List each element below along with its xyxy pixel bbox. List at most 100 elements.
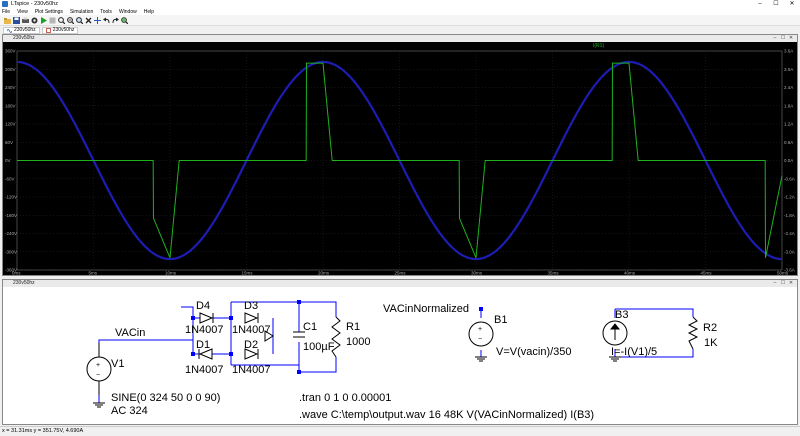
- diode-d3[interactable]: [244, 312, 259, 324]
- y-tick-label-left: 360V: [5, 49, 16, 54]
- tran-directive[interactable]: .tran 0 1 0 0.00001: [299, 392, 391, 404]
- schematic-close-button[interactable]: ✕: [787, 280, 795, 287]
- svg-text:−: −: [478, 336, 482, 343]
- c1-value: 100µF: [303, 341, 335, 353]
- zoom-in-icon[interactable]: [57, 16, 65, 24]
- y-tick-label-left: -120V: [5, 195, 17, 200]
- tab-waveform[interactable]: 230v50hz: [3, 26, 40, 34]
- schematic-minimize-button[interactable]: –: [771, 280, 779, 287]
- move-icon[interactable]: [93, 16, 101, 24]
- schematic-maximize-button[interactable]: ☐: [779, 280, 787, 287]
- redo-icon[interactable]: [111, 16, 119, 24]
- open-icon[interactable]: [3, 16, 11, 24]
- menu-tools[interactable]: Tools: [100, 9, 112, 15]
- x-tick-label: 35ms: [548, 271, 560, 276]
- window-controls: – ☐ ✕: [752, 0, 800, 8]
- settings-icon[interactable]: [30, 16, 38, 24]
- y-tick-label-left: -60V: [5, 176, 15, 181]
- component-name-d4: D4: [196, 300, 210, 312]
- zoom-out-icon[interactable]: [66, 16, 74, 24]
- menu-window[interactable]: Window: [119, 9, 137, 15]
- y-tick-label-right: -3.0A: [784, 249, 795, 254]
- resistor-r2[interactable]: [687, 316, 699, 350]
- zoom-fit-icon[interactable]: [75, 16, 83, 24]
- menu-view[interactable]: View: [17, 9, 28, 15]
- tab-label: 230v50hz: [52, 27, 75, 33]
- component-name-v1: V1: [111, 358, 124, 370]
- d1-model: 1N4007: [185, 364, 224, 376]
- net-label-vacin-normalized: VACinNormalized: [383, 303, 469, 315]
- wire: [299, 301, 337, 317]
- v1-ac-value: AC 324: [111, 405, 148, 417]
- behavioral-source-b1[interactable]: + −: [468, 321, 494, 347]
- d4-model: 1N4007: [185, 324, 224, 336]
- tab-label: 230v50hz: [14, 27, 36, 33]
- toolbar: [0, 15, 800, 26]
- menu-file[interactable]: File: [2, 9, 10, 15]
- menu-plot-settings[interactable]: Plot Settings: [35, 9, 63, 15]
- v1-value: SINE(0 324 50 0 0 90): [111, 392, 220, 404]
- title-bar: LTspice - 230v50hz – ☐ ✕: [0, 0, 800, 8]
- component-name-d3: D3: [244, 300, 258, 312]
- run-icon[interactable]: [39, 16, 47, 24]
- schematic-window-controls: – ☐ ✕: [771, 280, 795, 287]
- schematic-canvas[interactable]: + − + − VACin V1 SINE(0 324 50 0 0 90) A…: [3, 287, 797, 424]
- window-title: LTspice - 230v50hz: [11, 1, 58, 7]
- y-tick-label-right: -1.2A: [784, 195, 795, 200]
- x-tick-label: 15ms: [242, 271, 254, 276]
- component-name-r2: R2: [703, 322, 717, 334]
- y-tick-label-left: 120V: [5, 122, 16, 127]
- plot-close-button[interactable]: ✕: [787, 35, 795, 42]
- tab-schematic[interactable]: 230v50hz: [41, 26, 79, 34]
- x-tick-label: 0ms: [12, 271, 21, 276]
- search-icon[interactable]: [120, 16, 128, 24]
- x-tick-label: 10ms: [165, 271, 177, 276]
- y-tick-label-right: 1.8A: [784, 103, 793, 108]
- plot-maximize-button[interactable]: ☐: [779, 35, 787, 42]
- component-name-b1: B1: [494, 314, 507, 326]
- y-tick-label-right: 1.2A: [784, 122, 793, 127]
- behavioral-current-source-b3[interactable]: [602, 320, 628, 346]
- y-tick-label-left: -300V: [5, 249, 17, 254]
- save-icon[interactable]: [12, 16, 20, 24]
- component-name-d1: D1: [196, 339, 210, 351]
- plot-minimize-button[interactable]: –: [771, 35, 779, 42]
- waveform-icon: [7, 28, 12, 33]
- schematic-window[interactable]: 230v50hz – ☐ ✕ + − + − VACin V1 SINE(0 3…: [2, 279, 798, 425]
- y-tick-label-left: 60V: [5, 140, 13, 145]
- wave-directive[interactable]: .wave C:\temp\output.wav 16 48K V(VACinN…: [299, 409, 594, 421]
- x-tick-label: 5ms: [89, 271, 98, 276]
- status-bar: x = 31.31ms y = 351.75V, 4.690A: [0, 426, 800, 435]
- net-label-vacin: VACin: [115, 327, 145, 339]
- component-name-r1: R1: [346, 321, 360, 333]
- y-tick-label-right: 0.0A: [784, 158, 793, 163]
- y-tick-label-right: 0.6A: [784, 140, 793, 145]
- app-icon: [2, 1, 8, 7]
- component-name-d2: D2: [244, 339, 258, 351]
- print-icon[interactable]: [21, 16, 29, 24]
- trace-label[interactable]: I(R1): [593, 43, 604, 49]
- menu-simulation[interactable]: Simulation: [70, 9, 93, 15]
- delete-icon[interactable]: [84, 16, 92, 24]
- schematic-icon: [45, 27, 51, 33]
- x-tick-label: 40ms: [624, 271, 636, 276]
- menu-help[interactable]: Help: [144, 9, 154, 15]
- undo-icon[interactable]: [102, 16, 110, 24]
- waveform-window[interactable]: 230v50hz – ☐ ✕ 360V 300V 240V 180V 120V 60V 0V…: [2, 34, 798, 276]
- x-tick-label: 25ms: [395, 271, 407, 276]
- minimize-button[interactable]: –: [752, 0, 768, 8]
- close-button[interactable]: ✕: [784, 0, 800, 8]
- y-tick-label-left: -240V: [5, 231, 17, 236]
- component-name-b3: B3: [615, 309, 628, 321]
- waveform-plot[interactable]: 360V 300V 240V 180V 120V 60V 0V -60V -120V -180V -…: [3, 42, 797, 275]
- maximize-button[interactable]: ☐: [768, 0, 784, 8]
- x-tick-label: 45ms: [701, 271, 713, 276]
- y-tick-label-right: 3.6A: [784, 49, 793, 54]
- d2-model: 1N4007: [232, 364, 271, 376]
- svg-text:+: +: [478, 326, 482, 333]
- component-name-c1: C1: [303, 321, 317, 333]
- voltage-source-v1[interactable]: + −: [86, 343, 112, 395]
- wire: [299, 357, 337, 373]
- diode-d4[interactable]: [199, 312, 214, 324]
- halt-icon[interactable]: [48, 16, 56, 24]
